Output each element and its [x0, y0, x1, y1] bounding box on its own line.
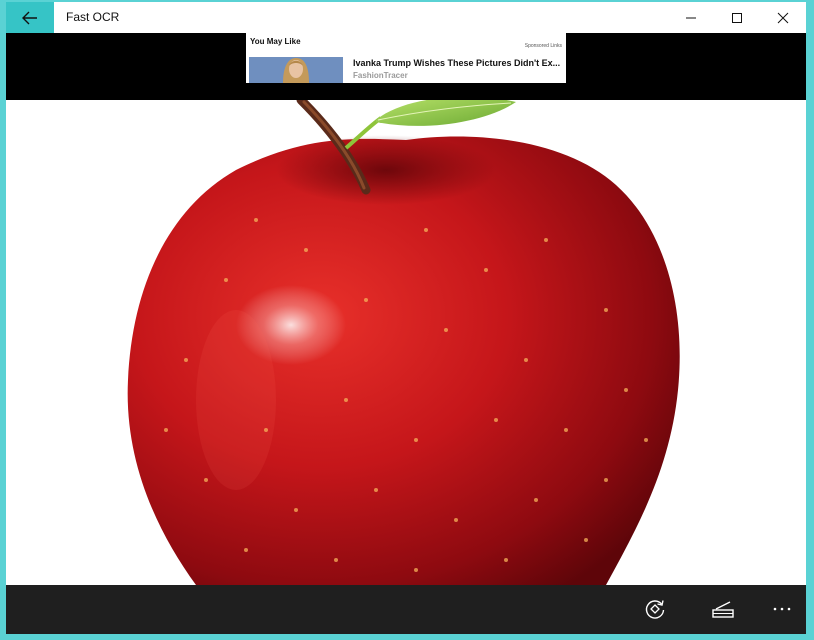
scan-icon: [712, 601, 734, 618]
more-options-button[interactable]: [762, 591, 802, 627]
minimize-icon: [686, 17, 696, 18]
minimize-button[interactable]: [668, 2, 714, 33]
ad-headline[interactable]: Ivanka Trump Wishes These Pictures Didn'…: [353, 58, 563, 68]
rotate-button[interactable]: [635, 591, 675, 627]
back-arrow-icon: [22, 11, 37, 24]
sponsored-label[interactable]: Sponsored Links: [525, 43, 562, 49]
ad-thumbnail[interactable]: [249, 57, 343, 83]
command-bar: [6, 585, 806, 634]
ad-heading: You May Like: [250, 37, 301, 46]
more-icon: [773, 607, 791, 611]
maximize-button[interactable]: [714, 2, 760, 33]
maximize-icon: [732, 12, 742, 23]
ad-portrait-icon: [249, 57, 343, 83]
red-apple-photo: [127, 100, 680, 585]
sponsored-ad[interactable]: You May Like Sponsored Links Ivanka Trum…: [246, 33, 566, 83]
ocr-image-view: [6, 100, 806, 585]
scan-button[interactable]: [703, 591, 743, 627]
app-window: Fast OCR You May Like Sponsored Links Iv…: [6, 2, 806, 634]
app-title: Fast OCR: [66, 10, 120, 24]
close-icon: [777, 12, 789, 23]
back-button[interactable]: [6, 2, 54, 33]
close-button[interactable]: [760, 2, 806, 33]
ad-banner-area: You May Like Sponsored Links Ivanka Trum…: [6, 33, 806, 100]
ad-source: FashionTracer: [353, 71, 408, 80]
title-bar: Fast OCR: [6, 2, 806, 33]
rotate-icon: [645, 600, 665, 619]
